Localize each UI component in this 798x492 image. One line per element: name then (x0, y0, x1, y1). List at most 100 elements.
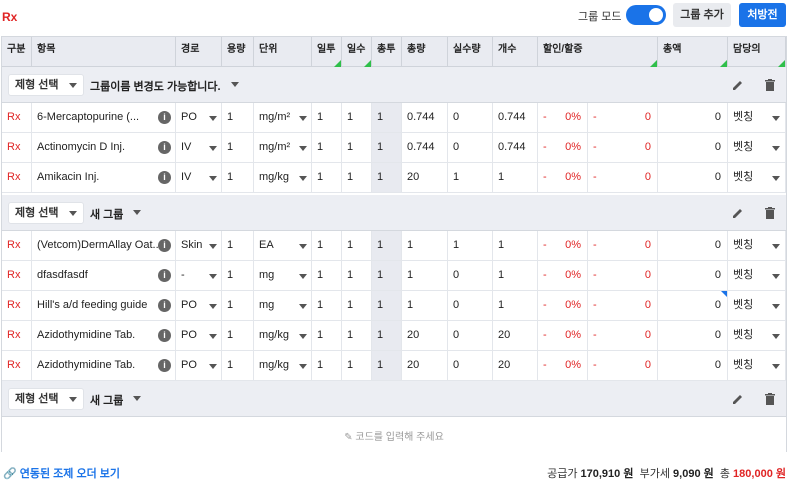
daily-input[interactable]: 1 (312, 291, 342, 320)
column-header[interactable]: 담당의 (728, 37, 786, 67)
trash-icon[interactable] (763, 78, 777, 92)
unit-select[interactable]: mg (254, 261, 312, 290)
route-select[interactable]: PO (176, 321, 222, 350)
dose-input[interactable]: 1 (222, 133, 254, 162)
actual-qty[interactable]: 0 (448, 103, 493, 132)
total-amount[interactable]: 0 (658, 291, 728, 320)
linked-order-link[interactable]: 🔗 연동된 조제 오더 보기 (3, 465, 120, 481)
discount-amount[interactable]: 0- (588, 291, 658, 320)
column-header[interactable]: 개수 (493, 37, 538, 67)
item-name[interactable]: Azidothymidine Tab. i (32, 351, 176, 380)
total-amount[interactable]: 0 (658, 163, 728, 192)
discount-amount[interactable]: 0- (588, 103, 658, 132)
actual-qty[interactable]: 0 (448, 351, 493, 380)
route-select[interactable]: IV (176, 133, 222, 162)
info-icon[interactable]: i (158, 111, 171, 124)
route-select[interactable]: Skin (176, 231, 222, 260)
edit-icon[interactable] (731, 392, 745, 406)
table-row[interactable]: Rx 6-Mercaptopurine (... i PO 1 mg/m² 1 1 1 0.744… (2, 103, 786, 133)
info-icon[interactable]: i (158, 141, 171, 154)
unit-select[interactable]: mg/kg (254, 351, 312, 380)
doctor-select[interactable]: 벳칭 (728, 133, 786, 162)
total-amount[interactable]: 0 (658, 351, 728, 380)
daily-input[interactable]: 1 (312, 351, 342, 380)
table-row[interactable]: Rx Hill's a/d feeding guide i PO 1 mg 1 1 1 1 0 1-0… (2, 291, 786, 321)
actual-qty[interactable]: 0 (448, 133, 493, 162)
dose-input[interactable]: 1 (222, 103, 254, 132)
column-header[interactable]: 단위 (254, 37, 312, 67)
column-header[interactable]: 구분 (2, 37, 32, 67)
item-name[interactable]: Actinomycin D Inj. i (32, 133, 176, 162)
discount-percent[interactable]: 0% (552, 291, 588, 320)
info-icon[interactable]: i (158, 171, 171, 184)
column-header[interactable]: 일투 (312, 37, 342, 67)
table-row[interactable]: Rx Azidothymidine Tab. i PO 1 mg/kg 1 1 1 20 0 20-0… (2, 321, 786, 351)
days-input[interactable]: 1 (342, 133, 372, 162)
column-header[interactable]: 용량 (222, 37, 254, 67)
chevron-down-icon[interactable] (133, 396, 142, 401)
discount-amount[interactable]: 0- (588, 133, 658, 162)
unit-select[interactable]: EA (254, 231, 312, 260)
chevron-down-icon[interactable] (133, 210, 142, 215)
column-header[interactable]: 총액 (658, 37, 728, 67)
edit-icon[interactable] (731, 78, 745, 92)
daily-input[interactable]: 1 (312, 321, 342, 350)
route-select[interactable]: - (176, 261, 222, 290)
route-select[interactable]: IV (176, 163, 222, 192)
item-name[interactable]: Azidothymidine Tab. i (32, 321, 176, 350)
dose-input[interactable]: 1 (222, 261, 254, 290)
table-row[interactable]: Rx Azidothymidine Tab. i PO 1 mg/kg 1 1 1 20 0 20-0… (2, 351, 786, 381)
actual-qty[interactable]: 1 (448, 231, 493, 260)
info-icon[interactable]: i (158, 239, 171, 252)
discount-percent[interactable]: 0% (552, 321, 588, 350)
group-mode-toggle[interactable] (626, 5, 666, 25)
discount-amount[interactable]: 0- (588, 231, 658, 260)
route-select[interactable]: PO (176, 291, 222, 320)
dose-input[interactable]: 1 (222, 321, 254, 350)
table-row[interactable]: Rx (Vetcom)DermAllay Oat... i Skin 1 EA 1 1 1 1 1 1… (2, 231, 786, 261)
edit-icon[interactable] (731, 206, 745, 220)
info-icon[interactable]: i (158, 329, 171, 342)
item-name[interactable]: Amikacin Inj. i (32, 163, 176, 192)
discount-percent[interactable]: 0% (552, 231, 588, 260)
item-name[interactable]: dfasdfasdf i (32, 261, 176, 290)
doctor-select[interactable]: 벳칭 (728, 261, 786, 290)
total-amount[interactable]: 0 (658, 261, 728, 290)
dosage-form-select[interactable]: 제형 선택 (8, 202, 84, 224)
unit-select[interactable]: mg/kg (254, 163, 312, 192)
table-row[interactable]: Rx Actinomycin D Inj. i IV 1 mg/m² 1 1 1 0.744 0 0.… (2, 133, 786, 163)
actual-qty[interactable]: 0 (448, 321, 493, 350)
column-header[interactable]: 경로 (176, 37, 222, 67)
doctor-select[interactable]: 벳칭 (728, 231, 786, 260)
trash-icon[interactable] (763, 206, 777, 220)
column-header[interactable]: 일수 (342, 37, 372, 67)
daily-input[interactable]: 1 (312, 163, 342, 192)
actual-qty[interactable]: 0 (448, 291, 493, 320)
unit-select[interactable]: mg/m² (254, 103, 312, 132)
discount-percent[interactable]: 0% (552, 261, 588, 290)
info-icon[interactable]: i (158, 269, 171, 282)
days-input[interactable]: 1 (342, 351, 372, 380)
discount-percent[interactable]: 0% (552, 351, 588, 380)
daily-input[interactable]: 1 (312, 133, 342, 162)
info-icon[interactable]: i (158, 299, 171, 312)
daily-input[interactable]: 1 (312, 231, 342, 260)
total-amount[interactable]: 0 (658, 321, 728, 350)
column-header[interactable]: 총투 (372, 37, 402, 67)
route-select[interactable]: PO (176, 103, 222, 132)
doctor-select[interactable]: 벳칭 (728, 321, 786, 350)
daily-input[interactable]: 1 (312, 261, 342, 290)
item-name[interactable]: (Vetcom)DermAllay Oat... i (32, 231, 176, 260)
doctor-select[interactable]: 벳칭 (728, 163, 786, 192)
group-name[interactable]: 새 그룹 (90, 206, 123, 222)
days-input[interactable]: 1 (342, 231, 372, 260)
discount-amount[interactable]: 0- (588, 351, 658, 380)
item-name[interactable]: Hill's a/d feeding guide i (32, 291, 176, 320)
doctor-select[interactable]: 벳칭 (728, 103, 786, 132)
table-row[interactable]: Rx dfasdfasdf i -1 mg 1 1 1 1 0 1-0% 0-0 벳칭 (2, 261, 786, 291)
column-header[interactable]: 총량 (402, 37, 448, 67)
dose-input[interactable]: 1 (222, 231, 254, 260)
discount-percent[interactable]: 0% (552, 133, 588, 162)
dose-input[interactable]: 1 (222, 163, 254, 192)
dosage-form-select[interactable]: 제형 선택 (8, 388, 84, 410)
